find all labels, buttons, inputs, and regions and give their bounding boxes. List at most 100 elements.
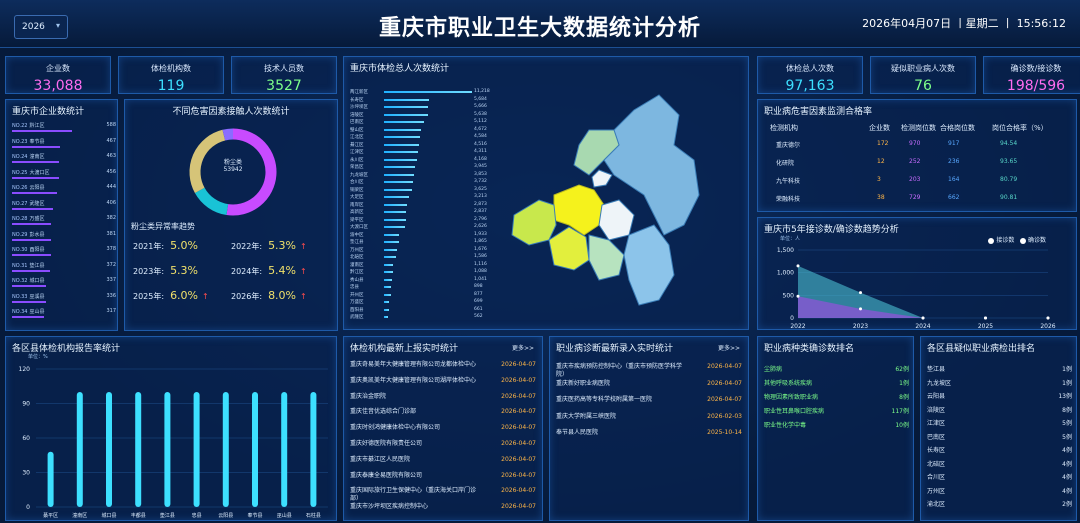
pass-table-cell: 九午科技 xyxy=(776,178,801,185)
trend-item: 2024年: 5.4% ↑ xyxy=(231,264,307,277)
list-item[interactable]: 重庆奇易美年大健康管理有限公司龙都体检中心 2026-04-07 xyxy=(350,361,536,374)
map-rank-value: 562 xyxy=(474,314,483,319)
map-region-west[interactable] xyxy=(511,199,557,246)
report-bar[interactable] xyxy=(252,392,258,507)
rank-name: 大渡口区 xyxy=(29,169,50,176)
stat-value: 33,088 xyxy=(33,78,83,94)
list-item[interactable]: 重庆市疾病预防控制中心（重庆市预防医学科学院） 2026-04-07 xyxy=(556,363,742,378)
stat-card: 体检总人次数 97,163 xyxy=(757,56,863,94)
map-rank-value: 3,853 xyxy=(474,171,487,177)
stat-card: 体检机构数 119 xyxy=(118,56,224,94)
pass-table-cell: 12 xyxy=(877,158,885,165)
stat-value: 198/596 xyxy=(1006,78,1066,94)
chongqing-map[interactable] xyxy=(494,75,714,325)
list-item[interactable]: 重庆佳音优选综合门诊部 2026-04-07 xyxy=(350,408,536,421)
donut-slice[interactable] xyxy=(222,128,234,141)
map-rank-value: 3,732 xyxy=(474,179,487,184)
report-bar[interactable] xyxy=(193,392,200,507)
trend-year: 2025年: xyxy=(133,292,165,301)
report-bar[interactable] xyxy=(164,392,171,507)
map-region-center[interactable] xyxy=(598,199,635,241)
list-item[interactable]: 重庆医药高等专科学校附属第一医院 2026-04-07 xyxy=(556,396,742,409)
list-item[interactable]: 重庆治金职院 2026-04-07 xyxy=(350,393,536,406)
x-tick-label: 2022 xyxy=(790,323,805,330)
stat-label: 技术人员数 xyxy=(264,64,304,73)
disease-name: 职业性耳鼻喉口腔疾病 xyxy=(764,408,825,415)
map-rank-value: 1,933 xyxy=(474,231,487,237)
report-bar[interactable] xyxy=(135,392,142,507)
list-item-name: 重庆奥凯美年大健康管理有限公司湖岸体检中心 xyxy=(350,376,477,384)
map-region-yellow[interactable] xyxy=(553,184,605,236)
trend-panel-title: 重庆市5年接诊数/确诊数趋势分析 xyxy=(764,225,899,235)
trend-point xyxy=(921,316,925,320)
map-rank-name: 九龙坡区 xyxy=(350,172,368,178)
rank-value: 467 xyxy=(106,137,116,144)
stat-card: 企业数 33,088 xyxy=(5,56,111,94)
stat-label: 确诊数/接诊数 xyxy=(1010,64,1062,73)
map-rank-value: 1,041 xyxy=(474,276,487,282)
company-rank-row: NO.30 酉阳县 378 xyxy=(12,246,116,258)
list-item[interactable]: 重庆泰康全易医院有限公司 2026-04-07 xyxy=(350,472,536,485)
list-item[interactable]: 奉节县人民医院 2025-10-14 xyxy=(556,429,742,442)
map-rank-name: 江津区 xyxy=(350,150,364,155)
report-bar[interactable] xyxy=(76,392,83,507)
disease-name: 职业性化学中毒 xyxy=(764,422,807,429)
map-rank-bar xyxy=(384,143,420,146)
list-item-name: 重庆市疾病预防控制中心（重庆市预防医学科学院） xyxy=(556,363,683,378)
suspect-value: 8例 xyxy=(1062,406,1072,414)
report-bar-chart: 120 90 60 30 0 綦平区 潼南区 城口县 丰都县 垫江县 忠县 云阳县 奉节县 巫山县 石柱县 xyxy=(19,366,328,519)
map-rank-name: 梁平区 xyxy=(350,217,364,223)
report-bar[interactable] xyxy=(281,392,288,507)
inst-more-link[interactable]: 更多>> xyxy=(512,343,534,352)
list-item[interactable]: 重庆好德医院有限责任公司 2026-04-07 xyxy=(350,440,536,453)
list-item[interactable]: 重庆市沙坪坝区疾病控制中心 2026-04-07 xyxy=(350,503,536,516)
suspect-value: 4例 xyxy=(1062,474,1072,481)
list-item[interactable]: 重庆国际旅行卫生保健中心（重庆海关口岸门诊部） 2026-04-07 xyxy=(350,487,536,502)
list-item-date: 2026-04-07 xyxy=(501,471,536,479)
disease-item: 其他呼吸系统疾病 1例 xyxy=(764,378,909,391)
map-rank-name: 武隆区 xyxy=(350,315,364,320)
pass-table-cell: 970 xyxy=(909,140,921,147)
trend-item: 2022年: 5.3% ↑ xyxy=(231,239,307,252)
stat-card: 确诊数/接诊数 198/596 xyxy=(983,56,1080,94)
trend-value: 8.0% xyxy=(268,289,297,302)
report-bar[interactable] xyxy=(106,392,112,507)
map-rank-bar xyxy=(384,136,420,138)
report-panel: 各区县体检机构报告率统计 单位：% 120 90 60 30 0 綦平区 潼南区 城口县 丰都县… xyxy=(5,336,337,521)
map-rank-bar xyxy=(384,308,390,311)
arrow-up-icon: ↑ xyxy=(300,242,307,251)
pass-table-cell: 3 xyxy=(877,176,881,183)
list-item[interactable]: 重庆奥凯美年大健康管理有限公司湖岸体检中心 2026-04-07 xyxy=(350,377,536,390)
trend-point xyxy=(1046,316,1050,320)
list-item[interactable]: 重庆新好职业病医院 2026-04-07 xyxy=(556,380,742,393)
map-region-southeast[interactable] xyxy=(623,224,675,306)
rank-name: 城口县 xyxy=(29,278,45,284)
pass-table-cell: 662 xyxy=(948,194,960,201)
pass-rate-panel: 职业病危害因素监测合格率 检测机构 企业数 检测岗位数 合格岗位数 岗位合格率（%） 重庆… xyxy=(757,99,1077,212)
report-bar[interactable] xyxy=(47,451,54,507)
map-rank-name: 北碚区 xyxy=(350,255,364,260)
pass-table-header-cell: 检测机构 xyxy=(770,124,798,132)
map-rank-value: 11,218 xyxy=(474,89,490,94)
list-item[interactable]: 重庆时创鸿健康体检中心有限公司 2026-04-07 xyxy=(350,424,536,437)
map-region-south[interactable] xyxy=(588,234,625,281)
suspect-panel: 各区县疑似职业病检出排名 垫江县 1例 九龙坡区 1例 云阳县 13例 涪陵区 8例 江津区 5例… xyxy=(920,336,1077,521)
donut-slice[interactable] xyxy=(194,187,229,216)
pass-table-header: 检测机构 企业数 检测岗位数 合格岗位数 岗位合格率（%） xyxy=(764,120,1072,134)
rank-bar xyxy=(12,161,60,163)
company-panel: 重庆市企业数统计 NO.22 黔江区 588 NO.23 奉节县 467 NO.24 潼南区 4… xyxy=(5,99,118,331)
suspect-item: 江津区 5例 xyxy=(927,418,1072,431)
map-rank-value: 4,672 xyxy=(474,126,487,132)
diag-more-link[interactable]: 更多>> xyxy=(718,343,740,352)
list-item[interactable]: 重庆市綦江区人民医院 2026-04-07 xyxy=(350,456,536,469)
list-item[interactable]: 重庆大学附属三峡医院 2026-02-03 xyxy=(556,413,742,426)
inst-report-panel: 体检机构最新上报实时统计 更多>> 重庆奇易美年大健康管理有限公司龙都体检中心 2… xyxy=(343,336,543,521)
rank-value: 336 xyxy=(106,292,116,299)
map-rank-bar xyxy=(384,218,406,221)
rank-number: NO.34 xyxy=(12,309,28,315)
map-region-white[interactable] xyxy=(591,169,613,188)
report-bar[interactable] xyxy=(310,392,317,507)
report-bar[interactable] xyxy=(222,392,229,507)
trend-panel: 重庆市5年接诊数/确诊数趋势分析 单位：人 接诊数 确诊数 1,500 1,000… xyxy=(757,217,1077,330)
pass-table-cell: 172 xyxy=(877,140,889,147)
